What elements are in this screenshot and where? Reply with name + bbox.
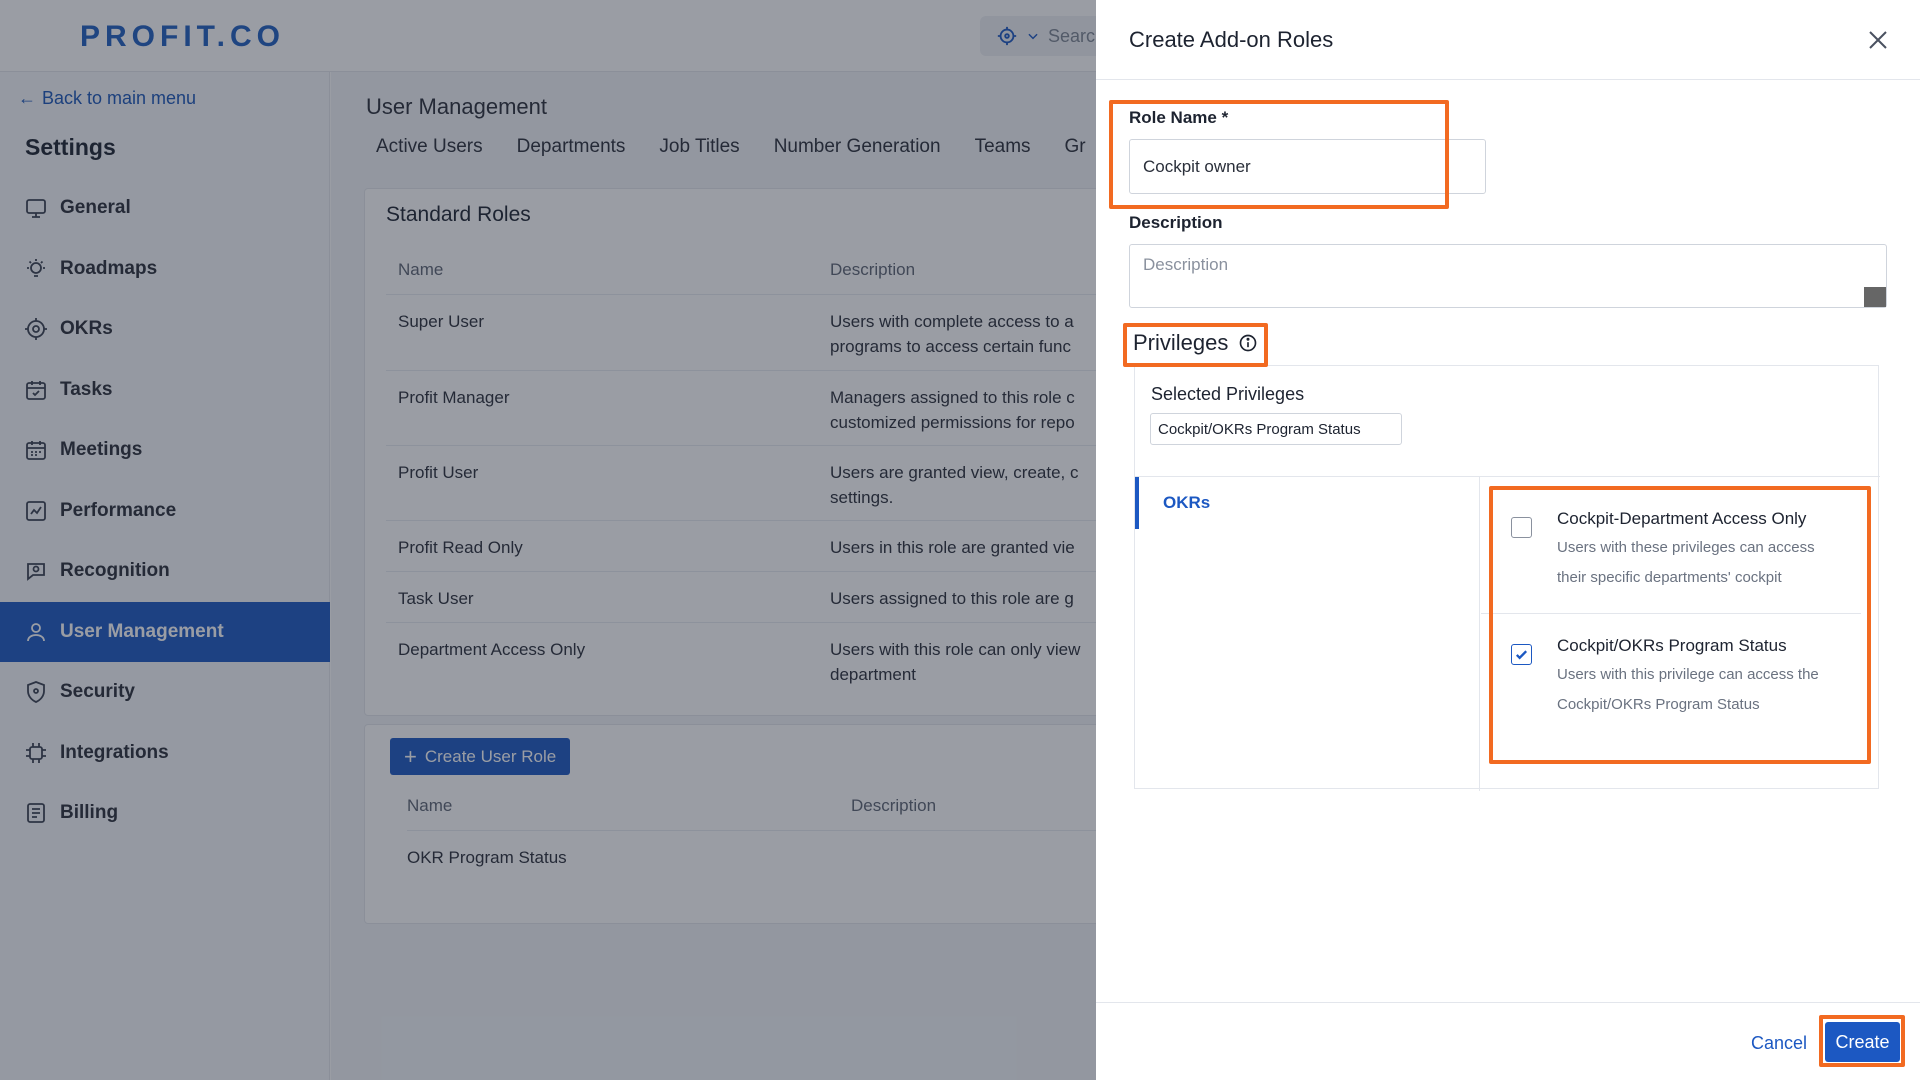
cancel-button[interactable]: Cancel <box>1751 1033 1807 1054</box>
modal-backdrop[interactable] <box>0 0 1096 1080</box>
privileges-panel: Selected Privileges Cockpit/OKRs Program… <box>1134 365 1880 791</box>
selected-privilege-chip[interactable]: Cockpit/OKRs Program Status <box>1150 413 1402 445</box>
drawer-title: Create Add-on Roles <box>1129 27 1334 52</box>
privilege-description-line: Users with these privileges can access <box>1557 539 1815 556</box>
privileges-title: Privileges <box>1133 330 1229 355</box>
privilege-title: Cockpit/OKRs Program Status <box>1557 636 1787 655</box>
privilege-checkbox[interactable] <box>1511 517 1532 538</box>
role-name-input[interactable]: Cockpit owner <box>1129 139 1486 194</box>
privilege-categories: OKRs <box>1135 477 1480 791</box>
description-placeholder: Description <box>1143 255 1229 274</box>
info-icon[interactable] <box>1238 333 1258 353</box>
privilege-title: Cockpit-Department Access Only <box>1557 509 1807 528</box>
privilege-description-line: their specific departments' cockpit <box>1557 569 1782 586</box>
description-label: Description <box>1129 213 1223 232</box>
drawer-footer: Cancel Create <box>1096 1002 1920 1080</box>
checkmark-icon <box>1515 650 1528 660</box>
close-button[interactable] <box>1866 28 1890 52</box>
privileges-heading: Privileges <box>1133 330 1258 356</box>
privilege-description-line: Cockpit/OKRs Program Status <box>1557 696 1760 713</box>
privilege-description-line: Users with this privilege can access the <box>1557 666 1819 683</box>
category-okrs[interactable]: OKRs <box>1135 477 1480 529</box>
drawer-header: Create Add-on Roles <box>1096 0 1920 80</box>
privilege-checkbox-checked[interactable] <box>1511 644 1532 665</box>
privilege-description: Users with this privilege can access the… <box>1557 660 1845 720</box>
close-icon <box>1869 31 1887 49</box>
privilege-option[interactable]: Cockpit/OKRs Program Status Users with t… <box>1481 614 1861 740</box>
description-textarea[interactable]: Description <box>1129 244 1887 308</box>
resize-handle[interactable] <box>1864 287 1886 307</box>
role-name-label: Role Name * <box>1129 108 1229 127</box>
privilege-description: Users with these privileges can access t… <box>1557 533 1845 593</box>
selected-privileges-label: Selected Privileges <box>1151 384 1305 404</box>
privilege-option[interactable]: Cockpit-Department Access Only Users wit… <box>1481 487 1861 614</box>
privilege-options: Cockpit-Department Access Only Users wit… <box>1481 487 1861 740</box>
create-add-on-roles-drawer: Create Add-on Roles Role Name * Cockpit … <box>1096 0 1920 1080</box>
privileges-split: OKRs Cockpit-Department Access Only User… <box>1135 476 1880 791</box>
create-button[interactable]: Create <box>1825 1022 1900 1062</box>
